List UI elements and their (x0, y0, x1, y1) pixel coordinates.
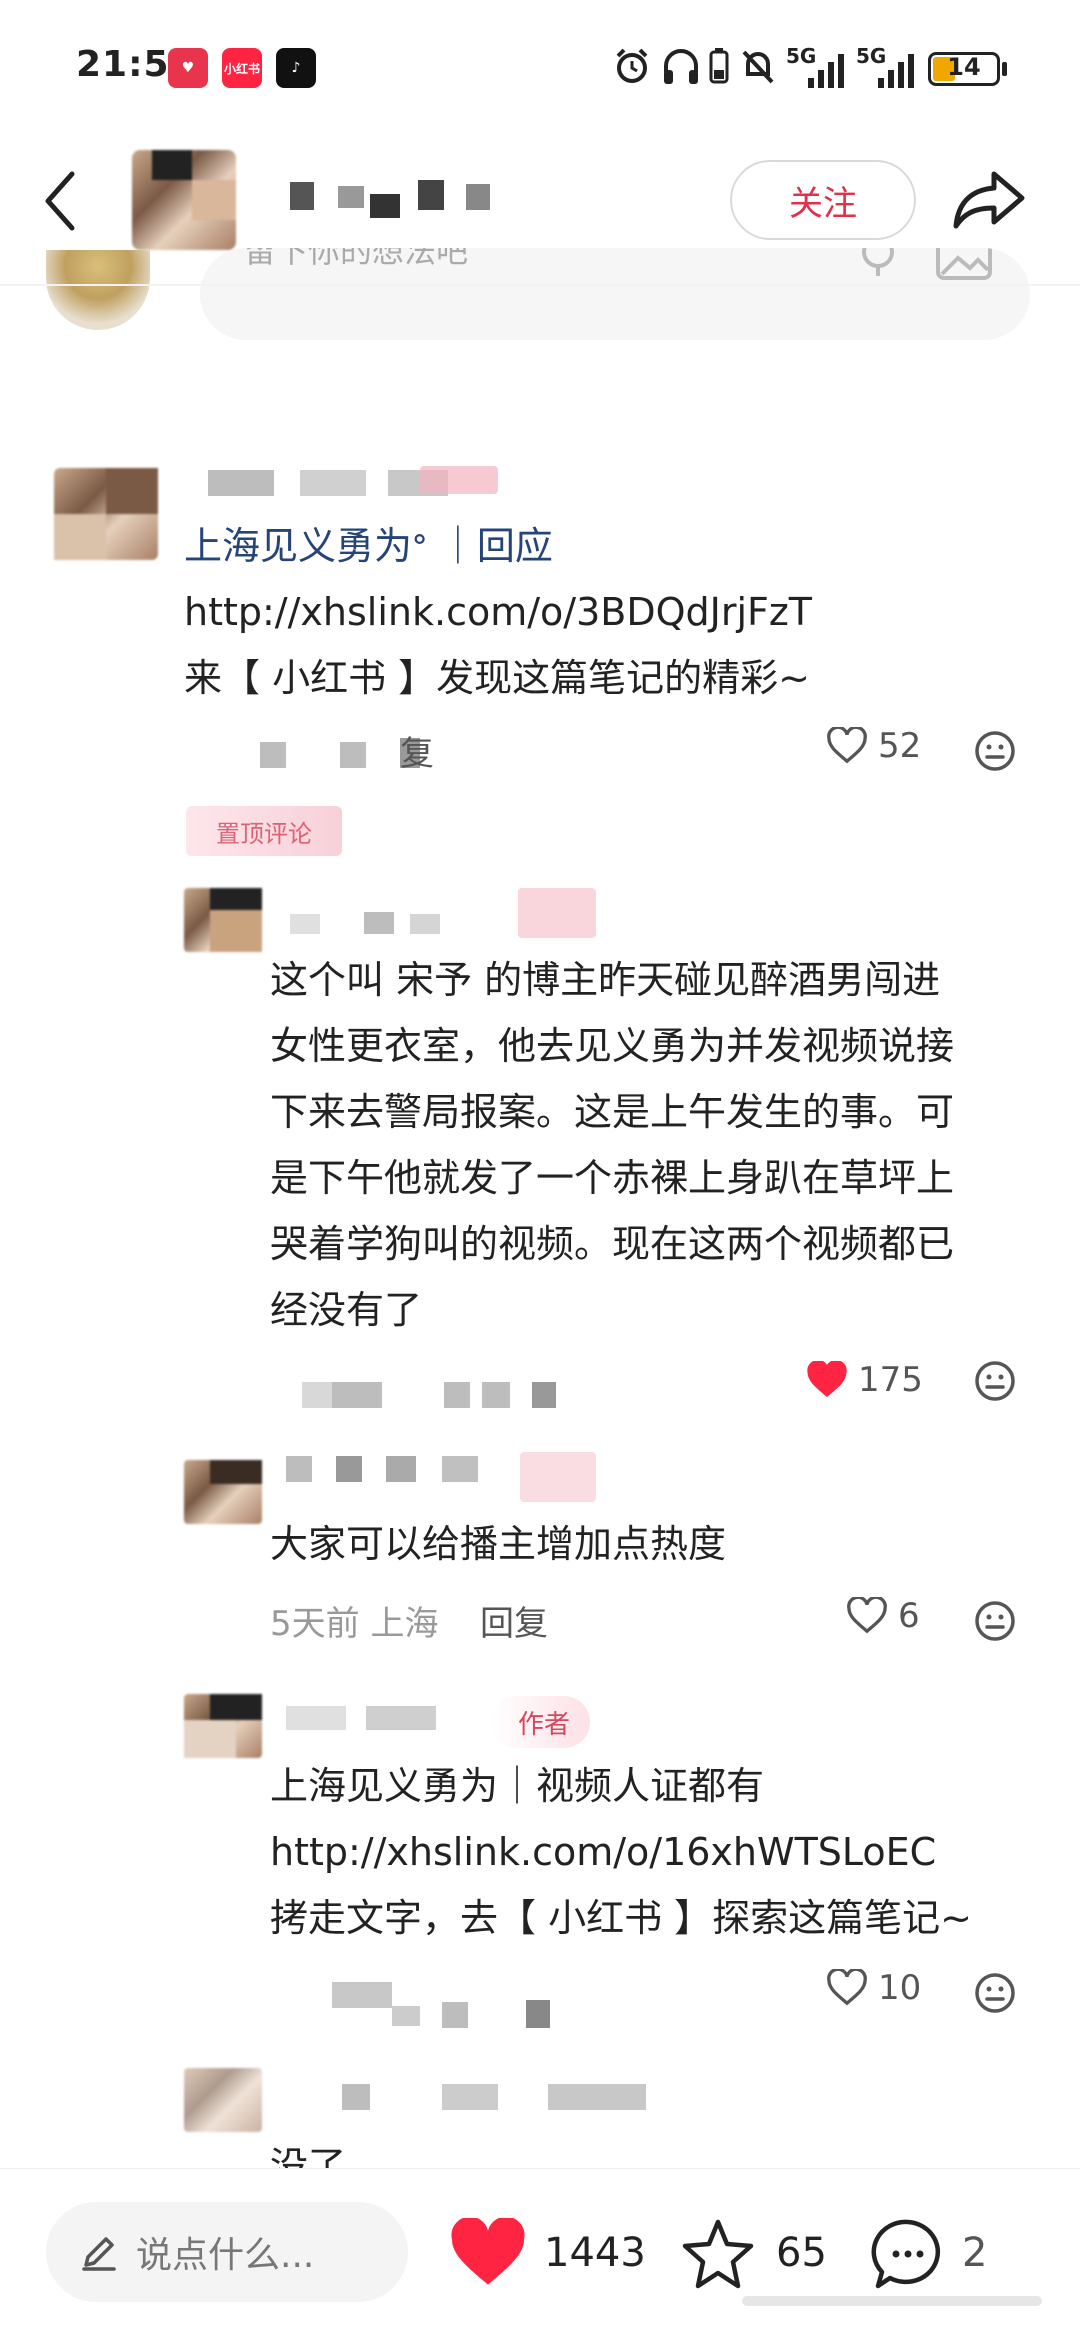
alarm-icon (616, 48, 648, 83)
heart-outline-icon (827, 1969, 867, 2006)
comment-bubble-icon[interactable] (870, 2216, 946, 2292)
reply-1-meta-pixelated (268, 1370, 588, 1420)
headphones-icon (664, 49, 698, 84)
comment-1-link-title[interactable]: 上海见义勇为ᐤ ｜回应 (184, 516, 553, 576)
reply-1-line-4: 是下午他就发了一个赤裸上身趴在草坪上 (270, 1156, 955, 1200)
reply-2-like-count: 6 (898, 1596, 920, 1636)
reply-2-emoji-icon[interactable] (974, 1600, 1016, 1642)
reply-2-reply-button[interactable]: 回复 (480, 1596, 548, 1645)
reply-4-name-pixelated[interactable] (290, 2084, 660, 2114)
reply-3-link-title[interactable]: 上海见义勇为｜视频人证都有 (270, 1756, 764, 1816)
comment-1-emoji-icon[interactable] (974, 730, 1016, 772)
battery-indicator: 14 (928, 52, 1000, 86)
star-favorite-icon[interactable] (680, 2218, 756, 2290)
heart-outline-icon (847, 1597, 887, 1634)
xiaohongshu-app-icon: 小红书 (222, 48, 262, 88)
reply-3-like-count: 10 (878, 1968, 922, 2008)
pencil-icon (82, 2237, 116, 2271)
signal-icon (808, 54, 844, 88)
reply-1-emoji-icon[interactable] (974, 1360, 1016, 1402)
author-tag-blurred (420, 466, 498, 494)
signal-icon-2 (878, 54, 914, 88)
heart-filled-icon (807, 1361, 847, 1398)
reply-1-line-5: 哭着学狗叫的视频。现在这两个视频都已 (270, 1222, 955, 1266)
reply-3-meta-pixelated (330, 1976, 590, 2032)
total-comments-count: 2 (962, 2230, 988, 2276)
reply-4-avatar[interactable] (184, 2068, 262, 2132)
mute-bell-icon (742, 50, 774, 84)
reply-2-avatar[interactable] (184, 1460, 262, 1524)
reply-2-tag-blurred (520, 1452, 596, 1502)
reply-1-like-count: 175 (858, 1360, 923, 1400)
heart-outline-icon (827, 727, 867, 764)
reply-3-promo: 拷走文字，去【 小红书 】探索这篇笔记~ (270, 1896, 972, 1940)
say-something-placeholder: 说点什么... (136, 2235, 315, 2276)
comment-1-like-button[interactable]: 52 (826, 726, 921, 766)
reply-1-line-3: 下来去警局报案。这是上午发生的事。可 (270, 1090, 955, 1134)
reply-3-like-button[interactable]: 10 (826, 1968, 921, 2008)
reply-3-url[interactable]: http://xhslink.com/o/16xhWTSLoEC (270, 1822, 936, 1882)
total-stars-count: 65 (776, 2230, 827, 2276)
pinned-comment-tag: 置顶评论 (186, 806, 342, 856)
reply-avatar[interactable] (184, 888, 262, 952)
comment-1-like-count: 52 (878, 726, 922, 766)
author-badge: 作者 (490, 1696, 590, 1748)
tiktok-icon: ♪ (276, 48, 316, 88)
comment-1-url[interactable]: http://xhslink.com/o/3BDQdJrjFzT (184, 582, 812, 642)
header-divider (0, 284, 1080, 286)
like-heart-icon[interactable] (448, 2218, 528, 2290)
reply-3-avatar[interactable] (184, 1694, 262, 1758)
home-indicator[interactable] (742, 2296, 1042, 2306)
say-something-input[interactable]: 说点什么... (46, 2202, 408, 2302)
reply-tag-blurred (518, 888, 596, 938)
reply-2-text: 大家可以给播主增加点热度 (270, 1522, 727, 1566)
phone-battery-icon (709, 48, 729, 84)
reply-1-line-2: 女性更衣室，他去见义勇为并发视频说接 (270, 1024, 955, 1068)
reply-2-time-location: 5天前 上海 (270, 1604, 439, 1644)
comment-1-reply-button[interactable]: 复 (400, 726, 434, 775)
reply-1-line-6: 经没有了 (270, 1288, 423, 1332)
commenter-avatar[interactable] (54, 468, 158, 560)
comment-1-promo: 来【 小红书 】发现这篇笔记的精彩~ (184, 656, 810, 700)
reply-3-emoji-icon[interactable] (974, 1972, 1016, 2014)
comment-1-meta-pixelated (258, 722, 478, 782)
reply-2-like-button[interactable]: 6 (846, 1596, 920, 1636)
total-likes-count: 1443 (544, 2230, 646, 2276)
reply-1-line-1: 这个叫 宋予 的博主昨天碰见醉酒男闯进 (270, 958, 941, 1002)
xiaohongshu-heart-icon: ♥ (168, 48, 208, 88)
reply-1-like-button[interactable]: 175 (806, 1360, 923, 1400)
